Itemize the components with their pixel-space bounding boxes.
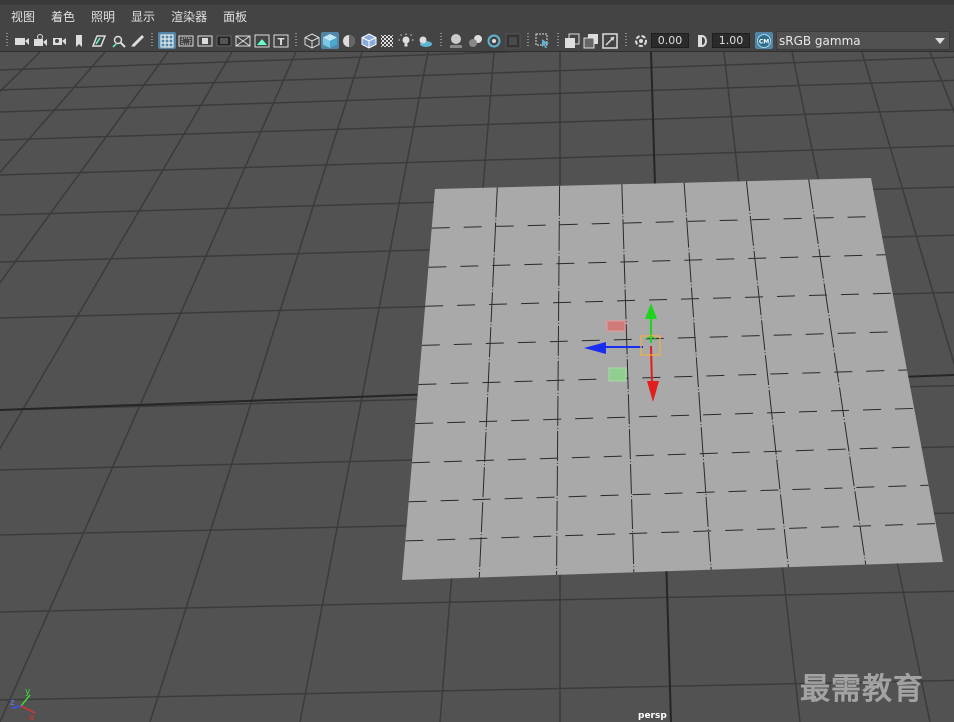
toolbar-separator bbox=[151, 33, 153, 48]
manipulator-plane-xy-handle[interactable] bbox=[606, 320, 626, 332]
wireframe-on-shaded-icon[interactable] bbox=[360, 32, 378, 49]
use-default-material-icon[interactable] bbox=[340, 32, 358, 49]
svg-text:T: T bbox=[278, 37, 285, 48]
toolbar-separator bbox=[527, 33, 529, 48]
image-plane-icon[interactable] bbox=[90, 32, 108, 49]
shadows-icon[interactable] bbox=[416, 32, 434, 49]
camera-lock-icon[interactable] bbox=[51, 32, 69, 49]
safe-action-icon[interactable] bbox=[253, 32, 271, 49]
use-all-lights-icon[interactable] bbox=[397, 32, 415, 49]
xray-icon[interactable] bbox=[378, 32, 396, 49]
gamma-input[interactable] bbox=[712, 33, 750, 48]
colorspace-dropdown[interactable]: sRGB gamma bbox=[776, 31, 950, 50]
2d-pan-zoom-icon[interactable] bbox=[110, 32, 128, 49]
menu-lighting[interactable]: 照明 bbox=[83, 5, 123, 30]
watermark: 最需教育 bbox=[800, 672, 924, 707]
polygon-plane[interactable] bbox=[402, 178, 943, 580]
gate-mask-icon[interactable] bbox=[215, 32, 233, 49]
grid-icon[interactable] bbox=[158, 32, 176, 49]
exposure-input[interactable] bbox=[651, 33, 689, 48]
toolbar-separator bbox=[295, 33, 297, 48]
safe-title-icon[interactable]: T bbox=[272, 32, 290, 49]
color-management-icon[interactable]: CM bbox=[755, 32, 773, 49]
panel-menu-bar: 视图 着色 照明 显示 渲染器 面板 bbox=[0, 5, 954, 30]
backface-culling-icon[interactable] bbox=[601, 32, 619, 49]
chevron-down-icon bbox=[931, 37, 949, 44]
axis-indicator-x-label: x bbox=[29, 713, 35, 722]
field-chart-icon[interactable] bbox=[234, 32, 252, 49]
isolate-select-icon[interactable] bbox=[534, 32, 552, 49]
bookmark-icon[interactable] bbox=[72, 32, 86, 49]
panel-toolbar: T CM sRGB gamma bbox=[0, 30, 954, 52]
depth-of-field-icon[interactable] bbox=[504, 32, 522, 49]
menu-renderer[interactable]: 渲染器 bbox=[163, 5, 215, 30]
manipulator-x-axis bbox=[650, 345, 653, 387]
toolbar-separator bbox=[557, 33, 559, 48]
xray-joints-icon[interactable] bbox=[563, 32, 581, 49]
screen-space-ao-icon[interactable] bbox=[447, 32, 465, 49]
resolution-gate-icon[interactable] bbox=[196, 32, 214, 49]
toolbar-separator bbox=[625, 33, 627, 48]
axis-indicator-z-label: z bbox=[10, 698, 15, 708]
wireframe-icon[interactable] bbox=[303, 32, 321, 49]
manipulator-plane-xz-handle[interactable] bbox=[608, 367, 627, 382]
film-gate-icon[interactable] bbox=[177, 32, 195, 49]
menu-shading[interactable]: 着色 bbox=[43, 5, 83, 30]
menu-show[interactable]: 显示 bbox=[123, 5, 163, 30]
svg-text:CM: CM bbox=[759, 38, 769, 45]
colorspace-value: sRGB gamma bbox=[779, 33, 861, 48]
motion-blur-icon[interactable] bbox=[466, 32, 484, 49]
exposure-icon[interactable] bbox=[632, 32, 650, 49]
multisample-aa-icon[interactable] bbox=[485, 32, 503, 49]
gamma-icon[interactable] bbox=[694, 32, 710, 49]
viewport-3d[interactable]: y z x bbox=[0, 52, 954, 722]
menu-panels[interactable]: 面板 bbox=[215, 5, 255, 30]
menu-view[interactable]: 视图 bbox=[0, 5, 43, 30]
axis-indicator-y-label: y bbox=[25, 687, 31, 697]
camera-attributes-icon[interactable] bbox=[32, 32, 50, 49]
grease-pencil-icon[interactable] bbox=[129, 32, 147, 49]
camera-label: persp bbox=[638, 711, 667, 721]
toolbar-separator bbox=[440, 33, 442, 48]
toolbar-separator bbox=[6, 33, 8, 48]
select-camera-icon[interactable] bbox=[13, 32, 31, 49]
smooth-shade-icon[interactable] bbox=[321, 32, 339, 49]
xray-active-icon[interactable] bbox=[582, 32, 600, 49]
